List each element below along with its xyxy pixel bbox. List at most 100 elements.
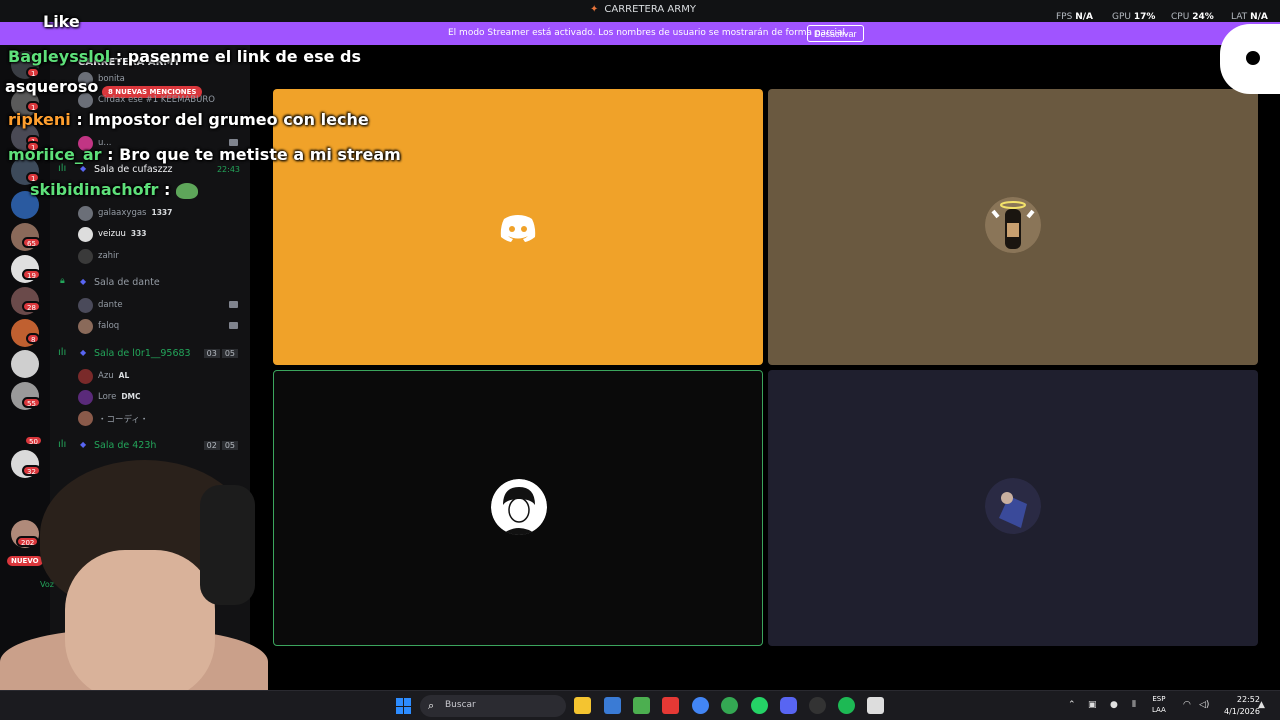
member-name: Lore DMC bbox=[98, 392, 141, 402]
app-icon[interactable] bbox=[633, 697, 650, 714]
chrome-profile-icon[interactable] bbox=[721, 697, 738, 714]
avatar bbox=[78, 411, 93, 426]
chat-text: : bbox=[164, 180, 171, 199]
voice-room[interactable]: ılı ◆ Sala de 423h 02 05 bbox=[50, 438, 250, 454]
notification-bell-icon[interactable]: ▲ bbox=[1258, 700, 1265, 710]
app-icon: ✦ bbox=[590, 4, 599, 15]
video-tile[interactable] bbox=[768, 89, 1258, 365]
camera-icon bbox=[229, 322, 238, 329]
clock-date: 4/1/2026 bbox=[1224, 707, 1260, 716]
voice-activity-icon: ılı bbox=[58, 347, 67, 358]
avatar bbox=[78, 319, 93, 334]
room-name: Sala de 423h bbox=[94, 440, 157, 451]
input-language[interactable]: ESP LAA bbox=[1152, 694, 1166, 716]
avatar bbox=[78, 298, 93, 313]
chat-user: moriice_ar bbox=[8, 145, 102, 164]
camera-lens-icon bbox=[1246, 51, 1260, 65]
voice-member[interactable]: dante bbox=[50, 297, 250, 315]
lock-icon: 🔒︎ bbox=[60, 276, 65, 286]
member-name-text: Lore bbox=[98, 392, 117, 402]
taskbar-search[interactable]: ⌕ Buscar bbox=[420, 695, 566, 717]
unread-badge: 19 bbox=[22, 269, 41, 280]
unread-badge: 65 bbox=[22, 237, 41, 248]
video-tile[interactable] bbox=[768, 370, 1258, 646]
member-tag: 333 bbox=[130, 229, 147, 238]
language-code: ESP bbox=[1152, 695, 1166, 703]
room-name: Sala de dante bbox=[94, 277, 160, 288]
tray-app-icon[interactable]: ▣ bbox=[1088, 700, 1097, 710]
chat-message: Like bbox=[43, 12, 80, 31]
member-name: faloq bbox=[98, 321, 120, 331]
avatar bbox=[78, 390, 93, 405]
spotify-icon[interactable] bbox=[838, 697, 855, 714]
member-name: Azu AL bbox=[98, 371, 129, 381]
tray-app-icon[interactable]: ● bbox=[1110, 700, 1118, 710]
voice-member[interactable]: ・コーディ・ bbox=[50, 410, 250, 428]
lat-value: N/A bbox=[1250, 12, 1268, 22]
member-name: dante bbox=[98, 300, 123, 310]
cpu-readout: CPU 24% bbox=[1171, 12, 1214, 22]
member-tag: AL bbox=[118, 371, 130, 380]
volume-icon[interactable]: ◁) bbox=[1199, 700, 1209, 710]
stream-chat-overlay: Like Bagleysslol : pasenme el link de es… bbox=[0, 0, 420, 210]
server-icon[interactable] bbox=[11, 350, 39, 378]
store-icon[interactable] bbox=[604, 697, 621, 714]
windows-start-icon[interactable] bbox=[396, 698, 412, 714]
gpu-value: 17% bbox=[1133, 12, 1156, 22]
deactivate-streamer-button[interactable]: Desactivar bbox=[807, 25, 864, 42]
discord-icon[interactable] bbox=[780, 697, 797, 714]
video-tile-speaking[interactable] bbox=[273, 370, 763, 646]
room-count-current: 02 bbox=[203, 441, 220, 450]
member-name: veizuu 333 bbox=[98, 229, 147, 239]
voice-member[interactable]: Lore DMC bbox=[50, 389, 250, 407]
chat-text: Like bbox=[43, 12, 80, 31]
file-explorer-icon[interactable] bbox=[574, 697, 591, 714]
chat-message: Bagleysslol : pasenme el link de ese ds bbox=[8, 47, 361, 66]
chat-message: asqueroso bbox=[5, 77, 98, 96]
chat-user: skibidinachofr bbox=[30, 180, 159, 199]
voice-member[interactable]: zahir bbox=[50, 248, 250, 266]
unread-badge: 8 bbox=[26, 333, 41, 344]
discord-streamer-window: { "window": { "title": "CARRETERA ARMY",… bbox=[0, 0, 1280, 720]
streamer-webcam-overlay bbox=[0, 455, 268, 690]
gpu-label: GPU bbox=[1112, 12, 1131, 22]
clock[interactable]: 22:52 4/1/2026 bbox=[1224, 694, 1260, 718]
chat-text: : Bro que te metiste a mi stream bbox=[107, 145, 401, 164]
chrome-icon[interactable] bbox=[692, 697, 709, 714]
notepad-icon[interactable] bbox=[867, 697, 884, 714]
voice-member[interactable]: faloq bbox=[50, 318, 250, 336]
speaker-icon: ◆ bbox=[80, 440, 87, 449]
streamer-mode-text: El modo Streamer está activado. Los nomb… bbox=[448, 28, 848, 38]
window-title-text: CARRETERA ARMY bbox=[604, 4, 696, 15]
whatsapp-icon[interactable] bbox=[751, 697, 768, 714]
room-count-limit: 05 bbox=[221, 349, 238, 358]
unread-badge: 50 bbox=[24, 435, 43, 446]
avatar bbox=[78, 227, 93, 242]
chat-user: Bagleysslol bbox=[8, 47, 111, 66]
chat-text: : Impostor del grumeo con leche bbox=[76, 110, 369, 129]
voice-room[interactable]: ılı ◆ Sala de l0r1__95683 03 05 bbox=[50, 346, 250, 362]
chevron-up-icon[interactable]: ⌃ bbox=[1068, 700, 1076, 710]
speaker-icon: ◆ bbox=[80, 277, 87, 286]
microphone-icon[interactable]: ⦀ bbox=[1132, 700, 1136, 710]
discord-logo-icon bbox=[500, 215, 536, 242]
speaker-icon: ◆ bbox=[80, 348, 87, 357]
obs-icon[interactable] bbox=[809, 697, 826, 714]
wps-icon[interactable] bbox=[662, 697, 679, 714]
voice-member[interactable]: veizuu 333 bbox=[50, 226, 250, 244]
window-title: ✦ CARRETERA ARMY bbox=[590, 4, 696, 15]
wifi-icon[interactable]: ◠ bbox=[1183, 700, 1191, 710]
chat-message: skibidinachofr : bbox=[30, 180, 199, 199]
voice-member[interactable]: Azu AL bbox=[50, 368, 250, 386]
fps-readout: FPS N/A bbox=[1056, 12, 1093, 22]
lat-label: LAT bbox=[1231, 12, 1248, 22]
member-name-text: Azu bbox=[98, 371, 114, 381]
floating-camera-bubble[interactable] bbox=[1220, 24, 1280, 94]
voice-room[interactable]: 🔒︎ ◆ Sala de dante bbox=[50, 275, 250, 291]
cpu-value: 24% bbox=[1192, 12, 1214, 22]
chat-text: asqueroso bbox=[5, 77, 99, 96]
chat-user: ripkeni bbox=[8, 110, 71, 129]
room-name: Sala de l0r1__95683 bbox=[94, 348, 191, 359]
member-name-text: veizuu bbox=[98, 229, 126, 239]
search-placeholder: Buscar bbox=[445, 700, 476, 710]
